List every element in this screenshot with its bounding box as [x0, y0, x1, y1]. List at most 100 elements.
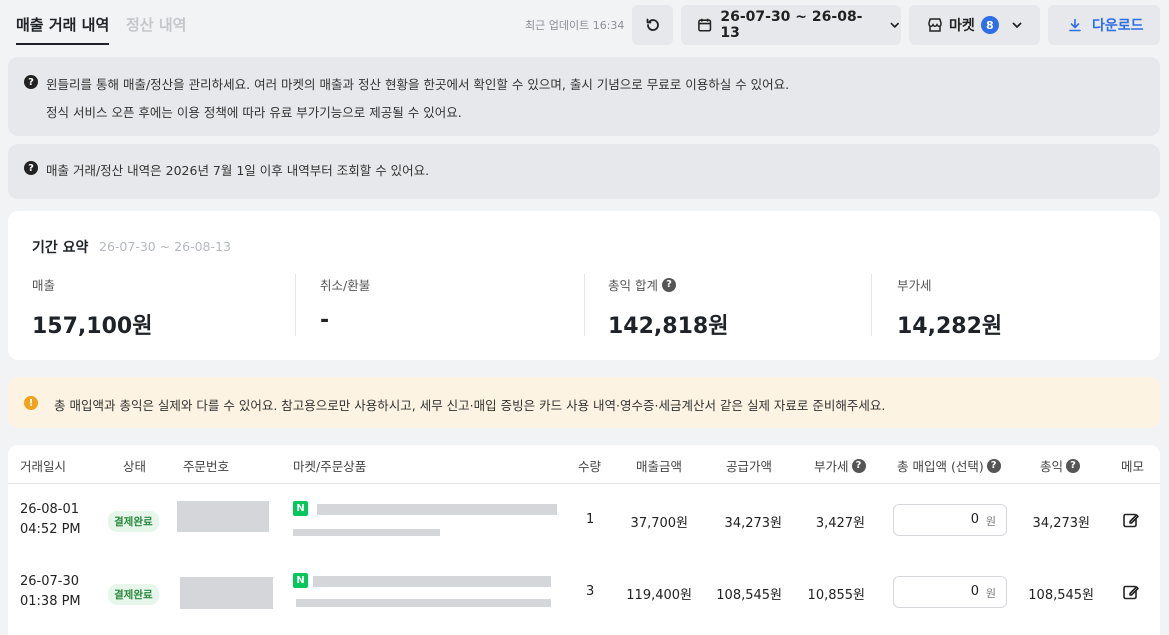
col-header-supply: 공급가액	[726, 459, 773, 474]
download-button[interactable]: 다운로드	[1048, 5, 1160, 45]
tab-sales-transactions[interactable]: 매출 거래 내역	[16, 14, 110, 45]
period-summary-card: 기간 요약 26-07-30 ~ 26-08-13 매출 157,100원 취소…	[8, 211, 1160, 360]
download-icon	[1069, 18, 1081, 32]
stat-refund: 취소/환불 -	[320, 275, 370, 333]
market-label: 마켓	[949, 18, 975, 34]
purchase-amount-unit: 원	[985, 515, 996, 528]
date-range-button[interactable]: 26-07-30 ~ 26-08-13	[681, 5, 901, 45]
stat-value: 14,282원	[897, 314, 1003, 339]
stat-label-wrap: 총익 합계 ?	[608, 275, 728, 294]
row-vat: 3,427원	[815, 516, 865, 531]
stat-label: 취소/환불	[320, 278, 371, 293]
store-icon	[928, 18, 942, 32]
divider	[584, 274, 585, 336]
market-filter-button[interactable]: 마켓 8	[909, 5, 1040, 45]
info-notice-period: ? 매출 거래/정산 내역은 2026년 7월 1일 이후 내역부터 조회할 수…	[8, 144, 1160, 199]
transactions-table: 거래일시 상태 주문번호 마켓/주문상품 수량 매출금액 공급가액 부가세 ? …	[8, 445, 1160, 635]
order-number-redacted	[180, 577, 273, 609]
col-header-vat: 부가세	[814, 459, 849, 474]
tab-settlements[interactable]: 정산 내역	[126, 14, 186, 35]
info-notice-service: ? 윈들리를 통해 매출/정산을 관리하세요. 여러 마켓의 매출과 정산 현황…	[8, 57, 1160, 136]
warning-icon: !	[24, 396, 38, 410]
row-profit: 108,545원	[1028, 588, 1094, 603]
warning-notice: ! 총 매입액과 총익은 실제와 다를 수 있어요. 참고용으로만 사용하시고,…	[8, 377, 1160, 428]
market-count-badge: 8	[980, 16, 999, 34]
market-logo-icon: N	[293, 501, 308, 516]
purchase-amount-value: 0	[970, 512, 979, 527]
stat-profit-total: 총익 합계 ? 142,818원	[608, 275, 728, 340]
purchase-amount-value: 0	[970, 584, 979, 599]
help-icon[interactable]: ?	[986, 458, 1001, 473]
col-header-profit-wrap: 총익 ?	[1040, 456, 1081, 475]
last-updated-text: 최근 업데이트 16:34	[525, 19, 625, 32]
help-icon[interactable]: ?	[851, 458, 866, 473]
stat-label: 부가세	[897, 278, 932, 293]
edit-memo-icon[interactable]	[1122, 511, 1140, 529]
status-badge: 결제완료	[108, 584, 159, 605]
edit-memo-icon[interactable]	[1122, 583, 1140, 601]
question-icon: ?	[24, 75, 38, 89]
page-header: 매출 거래 내역 정산 내역 최근 업데이트 16:34 26-07-30 ~ …	[0, 0, 1169, 48]
order-number-redacted	[177, 501, 269, 532]
product-option-redacted	[296, 599, 551, 607]
info-text-line-1: 윈들리를 통해 매출/정산을 관리하세요. 여러 마켓의 매출과 정산 현황을 …	[46, 77, 790, 92]
divider	[295, 274, 296, 336]
row-profit: 34,273원	[1032, 516, 1090, 531]
col-header-order-no: 주문번호	[183, 459, 230, 474]
row-date: 26-08-01 04:52 PM	[20, 500, 81, 540]
date-range-label: 26-07-30 ~ 26-08-13	[720, 9, 863, 41]
header-divider	[8, 483, 1160, 484]
refresh-icon	[646, 18, 659, 31]
col-header-purchase-wrap: 총 매입액 (선택) ?	[897, 456, 1001, 475]
col-header-vat-wrap: 부가세 ?	[814, 456, 866, 475]
question-icon: ?	[24, 161, 38, 175]
row-supply: 34,273원	[724, 516, 782, 531]
product-name-redacted	[317, 504, 557, 515]
summary-title: 기간 요약	[32, 240, 89, 256]
row-vat: 10,855원	[807, 588, 865, 603]
col-header-market-product: 마켓/주문상품	[293, 459, 367, 474]
refresh-button[interactable]	[632, 5, 673, 45]
product-name-redacted	[313, 576, 551, 587]
stat-vat: 부가세 14,282원	[897, 275, 1002, 340]
purchase-amount-unit: 원	[985, 587, 996, 600]
product-option-redacted	[293, 529, 440, 536]
warning-text: 총 매입액과 총익은 실제와 다를 수 있어요. 참고용으로만 사용하시고, 세…	[54, 398, 886, 413]
info-text-line-2: 정식 서비스 오픈 후에는 이용 정책에 따라 유료 부가기능으로 제공될 수 …	[46, 105, 462, 120]
row-qty: 3	[586, 584, 595, 599]
calendar-icon	[698, 18, 712, 32]
stat-value: -	[320, 308, 330, 333]
row-sales: 119,400원	[626, 588, 692, 603]
col-header-purchase: 총 매입액 (선택)	[897, 459, 984, 474]
status-badge: 결제완료	[108, 511, 159, 532]
row-qty: 1	[586, 512, 595, 527]
stat-label: 매출	[32, 278, 56, 293]
stat-label: 총익 합계	[608, 278, 658, 293]
row-date-time: 01:38 PM	[20, 594, 81, 609]
col-header-sales: 매출금액	[636, 459, 683, 474]
col-header-memo: 메모	[1121, 459, 1145, 474]
row-date-day: 26-08-01	[20, 502, 80, 517]
row-supply: 108,545원	[716, 588, 782, 603]
row-date-time: 04:52 PM	[20, 522, 81, 537]
market-logo-icon: N	[293, 573, 308, 588]
divider	[871, 274, 872, 336]
row-date-day: 26-07-30	[20, 574, 80, 589]
help-icon[interactable]: ?	[1066, 458, 1081, 473]
purchase-amount-input[interactable]: 0 원	[893, 576, 1007, 608]
col-header-status: 상태	[123, 459, 147, 474]
stat-value: 142,818원	[608, 314, 729, 339]
col-header-date: 거래일시	[20, 459, 67, 474]
purchase-amount-input[interactable]: 0 원	[893, 504, 1007, 536]
row-date: 26-07-30 01:38 PM	[20, 572, 81, 612]
row-sales: 37,700원	[630, 516, 688, 531]
stat-sales: 매출 157,100원	[32, 275, 152, 340]
help-icon[interactable]: ?	[661, 277, 676, 292]
stat-value: 157,100원	[32, 314, 153, 339]
summary-range: 26-07-30 ~ 26-08-13	[99, 239, 231, 254]
download-label: 다운로드	[1092, 18, 1144, 34]
col-header-profit: 총익	[1040, 459, 1064, 474]
info-text-line: 매출 거래/정산 내역은 2026년 7월 1일 이후 내역부터 조회할 수 있…	[46, 163, 430, 178]
chevron-down-icon	[1012, 22, 1022, 28]
col-header-qty: 수량	[578, 459, 602, 474]
